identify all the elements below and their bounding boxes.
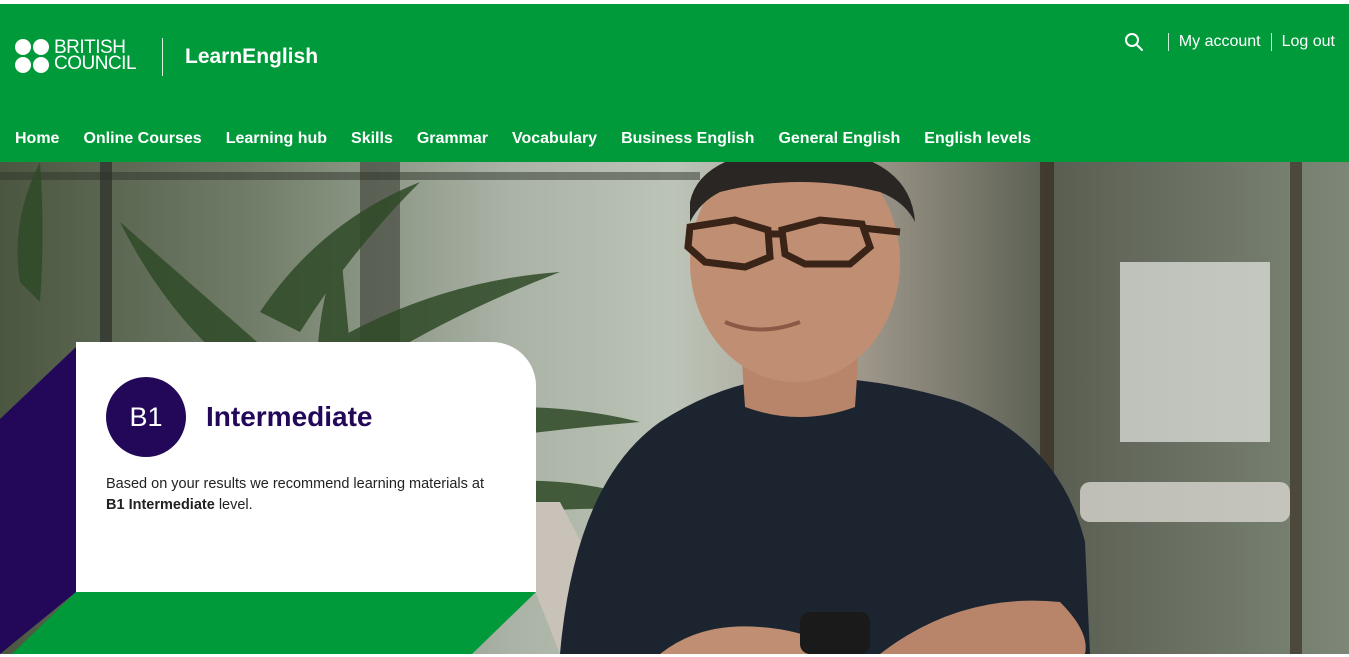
british-council-logo[interactable]: BRITISH COUNCIL — [15, 38, 137, 74]
nav-item-grammar[interactable]: Grammar — [417, 130, 488, 148]
nav-item-english-levels[interactable]: English levels — [924, 130, 1031, 148]
hero-banner: B1 Intermediate Based on your results we… — [0, 162, 1349, 654]
search-icon[interactable] — [1124, 32, 1144, 52]
utility-separator — [1167, 33, 1169, 51]
main-nav: Home Online Courses Learning hub Skills … — [15, 130, 1055, 148]
nav-item-skills[interactable]: Skills — [351, 130, 393, 148]
logo-text: BRITISH COUNCIL — [54, 38, 137, 74]
level-badge: B1 — [106, 377, 186, 457]
my-account-link[interactable]: My account — [1179, 33, 1261, 51]
logo-dots-icon — [15, 39, 49, 73]
level-title: Intermediate — [206, 401, 373, 432]
site-header: BRITISH COUNCIL LearnEnglish My account … — [0, 4, 1349, 162]
level-result-card: B1 Intermediate Based on your results we… — [76, 342, 536, 592]
nav-item-general-english[interactable]: General English — [778, 130, 900, 148]
level-description-text: Based on your results we recommend learn… — [106, 476, 484, 492]
nav-item-vocabulary[interactable]: Vocabulary — [512, 130, 597, 148]
level-description-suffix: level. — [214, 497, 253, 513]
logo-divider — [162, 38, 163, 76]
nav-item-business-english[interactable]: Business English — [621, 130, 754, 148]
nav-item-learning-hub[interactable]: Learning hub — [226, 130, 327, 148]
nav-item-home[interactable]: Home — [15, 130, 59, 148]
utility-separator — [1270, 33, 1272, 51]
nav-item-online-courses[interactable]: Online Courses — [83, 130, 201, 148]
level-description-bold: B1 Intermediate — [106, 497, 215, 513]
level-description: Based on your results we recommend learn… — [106, 474, 506, 516]
utility-menu: My account Log out — [1124, 32, 1335, 52]
log-out-link[interactable]: Log out — [1282, 33, 1335, 51]
site-name-link[interactable]: LearnEnglish — [185, 45, 318, 69]
logo-line-2: COUNCIL — [54, 53, 137, 74]
